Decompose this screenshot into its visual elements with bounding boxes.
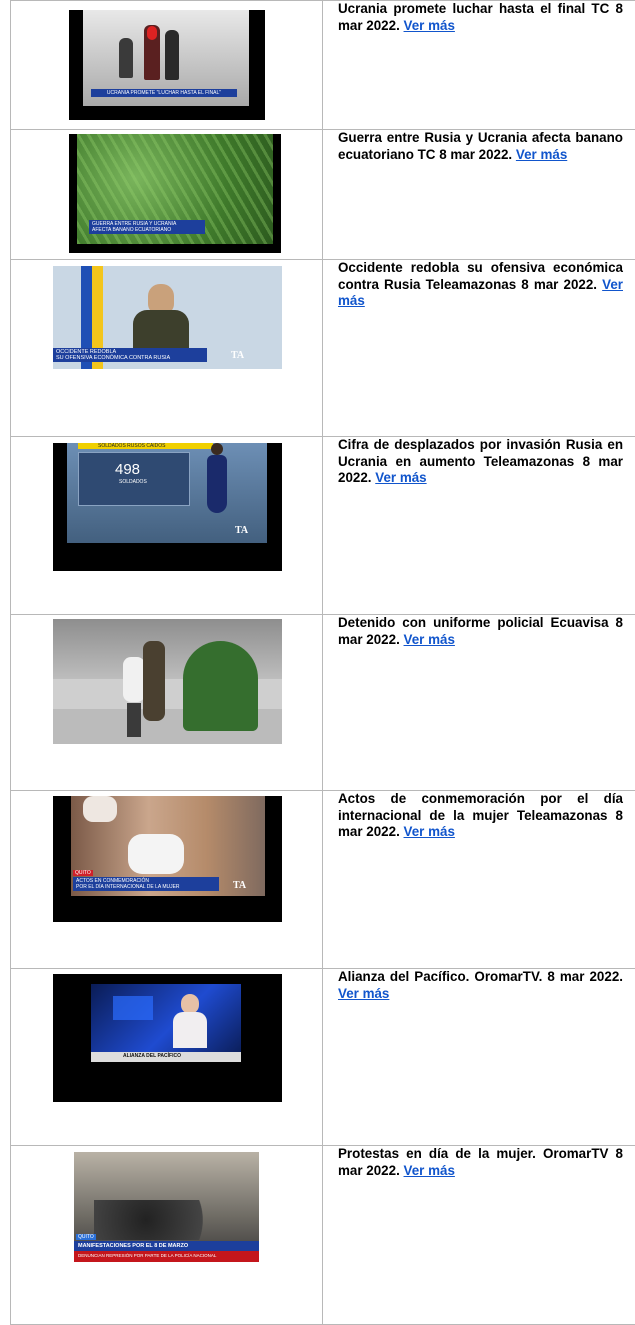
thumbnail-cell: UCRANIA PROMETE "LUCHAR HASTA EL FINAL" xyxy=(11,1,323,130)
news-caption: Guerra entre Rusia y Ucrania afecta bana… xyxy=(323,130,635,163)
table-row: SOLDADOS RUSOS CAÍDOS 498 SOLDADOS TA Ci… xyxy=(11,437,635,615)
news-item-cell: Ucrania promete luchar hasta el final TC… xyxy=(323,1,635,130)
news-headline: Detenido con uniforme policial Ecuavisa … xyxy=(338,615,623,647)
news-table: UCRANIA PROMETE "LUCHAR HASTA EL FINAL" … xyxy=(10,0,635,1325)
table-row: GUERRA ENTRE RUSIA Y UCRANIA AFECTA BANA… xyxy=(11,130,635,260)
news-item-cell: Alianza del Pacífico. OromarTV. 8 mar 20… xyxy=(323,969,635,1146)
ver-mas-link[interactable]: Ver más xyxy=(516,147,567,162)
stat-label: SOLDADOS xyxy=(119,479,147,485)
video-caption-bar: MANIFESTACIONES POR EL 8 DE MARZO xyxy=(78,1243,188,1249)
news-caption: Cifra de desplazados por invasión Rusia … xyxy=(323,437,635,487)
news-headline: Occidente redobla su ofensiva económica … xyxy=(338,260,623,292)
video-caption-bar: ALIANZA DEL PACÍFICO xyxy=(123,1053,181,1059)
thumbnail-cell: SOLDADOS RUSOS CAÍDOS 498 SOLDADOS TA xyxy=(11,437,323,615)
ver-mas-link[interactable]: Ver más xyxy=(338,986,389,1001)
table-row: QUITO MANIFESTACIONES POR EL 8 DE MARZO … xyxy=(11,1146,635,1325)
thumbnail-cell xyxy=(11,615,323,791)
ver-mas-link[interactable]: Ver más xyxy=(404,1163,455,1178)
table-row: QUITO ACTOS EN CONMEMORACIÓN POR EL DÍA … xyxy=(11,791,635,969)
table-row: ALIANZA DEL PACÍFICO Alianza del Pacífic… xyxy=(11,969,635,1146)
news-caption: Occidente redobla su ofensiva económica … xyxy=(323,260,635,310)
channel-logo: TA xyxy=(231,350,244,361)
news-video-thumbnail[interactable]: OCCIDENTE REDOBLA SU OFENSIVA ECONÓMICA … xyxy=(53,266,282,369)
news-video-thumbnail[interactable]: QUITO ACTOS EN CONMEMORACIÓN POR EL DÍA … xyxy=(53,796,282,922)
news-video-thumbnail[interactable]: GUERRA ENTRE RUSIA Y UCRANIA AFECTA BANA… xyxy=(69,134,281,253)
thumbnail-cell: GUERRA ENTRE RUSIA Y UCRANIA AFECTA BANA… xyxy=(11,130,323,260)
news-item-cell: Cifra de desplazados por invasión Rusia … xyxy=(323,437,635,615)
news-video-thumbnail[interactable]: SOLDADOS RUSOS CAÍDOS 498 SOLDADOS TA xyxy=(53,443,282,571)
table-row: OCCIDENTE REDOBLA SU OFENSIVA ECONÓMICA … xyxy=(11,260,635,437)
news-item-cell: Detenido con uniforme policial Ecuavisa … xyxy=(323,615,635,791)
news-headline: Alianza del Pacífico. OromarTV. 8 mar 20… xyxy=(338,969,623,984)
thumbnail-cell: QUITO MANIFESTACIONES POR EL 8 DE MARZO … xyxy=(11,1146,323,1325)
news-item-cell: Guerra entre Rusia y Ucrania afecta bana… xyxy=(323,130,635,260)
location-tag: QUITO xyxy=(76,1234,96,1240)
video-caption-bar: OCCIDENTE REDOBLA SU OFENSIVA ECONÓMICA … xyxy=(53,348,207,362)
table-row: Detenido con uniforme policial Ecuavisa … xyxy=(11,615,635,791)
news-caption: Detenido con uniforme policial Ecuavisa … xyxy=(323,615,635,648)
news-caption: Ucrania promete luchar hasta el final TC… xyxy=(323,1,635,34)
news-caption: Protestas en día de la mujer. OromarTV 8… xyxy=(323,1146,635,1179)
thumbnail-cell: OCCIDENTE REDOBLA SU OFENSIVA ECONÓMICA … xyxy=(11,260,323,437)
video-caption-bar: UCRANIA PROMETE "LUCHAR HASTA EL FINAL" xyxy=(91,89,237,97)
news-headline: Guerra entre Rusia y Ucrania afecta bana… xyxy=(338,130,623,162)
news-caption: Alianza del Pacífico. OromarTV. 8 mar 20… xyxy=(323,969,635,1002)
news-video-thumbnail[interactable]: ALIANZA DEL PACÍFICO xyxy=(53,974,282,1102)
news-item-cell: Protestas en día de la mujer. OromarTV 8… xyxy=(323,1146,635,1325)
table-row: UCRANIA PROMETE "LUCHAR HASTA EL FINAL" … xyxy=(11,1,635,130)
ver-mas-link[interactable]: Ver más xyxy=(375,470,426,485)
thumbnail-cell: QUITO ACTOS EN CONMEMORACIÓN POR EL DÍA … xyxy=(11,791,323,969)
news-headline: Protestas en día de la mujer. OromarTV 8… xyxy=(338,1146,623,1178)
video-caption-bar: ACTOS EN CONMEMORACIÓN POR EL DÍA INTERN… xyxy=(73,877,219,891)
ver-mas-link[interactable]: Ver más xyxy=(404,632,455,647)
news-headline: Actos de conmemoración por el día intern… xyxy=(338,791,623,839)
news-video-thumbnail[interactable]: QUITO MANIFESTACIONES POR EL 8 DE MARZO … xyxy=(74,1152,259,1262)
news-item-cell: Occidente redobla su ofensiva económica … xyxy=(323,260,635,437)
news-caption: Actos de conmemoración por el día intern… xyxy=(323,791,635,841)
channel-logo: TA xyxy=(233,880,246,891)
video-caption-bar: GUERRA ENTRE RUSIA Y UCRANIA AFECTA BANA… xyxy=(89,220,205,234)
ver-mas-link[interactable]: Ver más xyxy=(404,824,455,839)
news-video-thumbnail[interactable] xyxy=(53,619,282,744)
ver-mas-link[interactable]: Ver más xyxy=(404,18,455,33)
news-item-cell: Actos de conmemoración por el día intern… xyxy=(323,791,635,969)
stat-number: 498 xyxy=(115,461,140,478)
video-subcaption-bar: DENUNCIAN REPRESIÓN POR PARTE DE LA POLI… xyxy=(78,1253,216,1258)
news-video-thumbnail[interactable]: UCRANIA PROMETE "LUCHAR HASTA EL FINAL" xyxy=(69,10,265,120)
thumbnail-cell: ALIANZA DEL PACÍFICO xyxy=(11,969,323,1146)
channel-logo: TA xyxy=(235,525,248,536)
screen-title: SOLDADOS RUSOS CAÍDOS xyxy=(98,443,166,449)
location-tag: QUITO xyxy=(73,870,93,876)
news-headline: Ucrania promete luchar hasta el final TC… xyxy=(338,1,623,33)
